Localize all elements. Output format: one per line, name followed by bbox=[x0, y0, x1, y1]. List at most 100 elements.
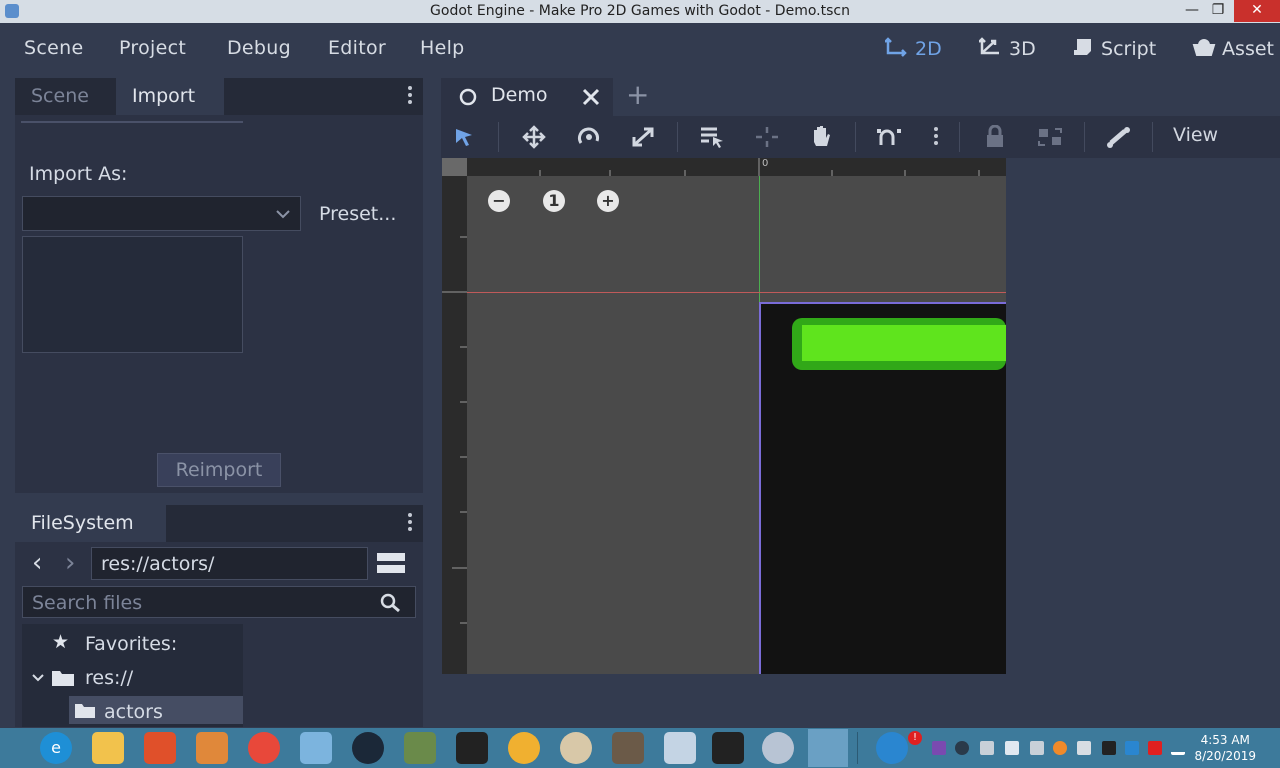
tab-import[interactable]: Import bbox=[116, 78, 224, 115]
divider bbox=[677, 122, 678, 152]
chevron-down-icon bbox=[276, 210, 290, 219]
horizontal-ruler: 0 bbox=[442, 158, 1006, 176]
close-icon[interactable] bbox=[582, 88, 600, 106]
mode-script-button[interactable]: Script bbox=[1071, 37, 1156, 60]
unity-icon[interactable] bbox=[456, 732, 488, 764]
maximize-button[interactable]: ❐ bbox=[1202, 0, 1234, 22]
tree-item-actors[interactable]: actors bbox=[69, 696, 243, 724]
filesystem-menu-icon[interactable] bbox=[408, 513, 412, 534]
app-blue-tray-icon[interactable] bbox=[1125, 741, 1139, 755]
app-orange-icon[interactable] bbox=[144, 732, 176, 764]
app-blue-icon[interactable] bbox=[300, 732, 332, 764]
internet-explorer-icon[interactable]: e bbox=[40, 732, 72, 764]
add-scene-tab-button[interactable]: + bbox=[626, 78, 649, 111]
zoom-reset-button[interactable]: 1 bbox=[543, 190, 565, 212]
select-tool-icon[interactable] bbox=[454, 127, 476, 147]
mode-3d-label: 3D bbox=[1009, 38, 1036, 60]
preset-button[interactable]: Preset... bbox=[319, 203, 396, 225]
scale-tool-icon[interactable] bbox=[630, 125, 656, 149]
bone-icon[interactable] bbox=[1105, 125, 1133, 149]
divider bbox=[1152, 122, 1153, 152]
snap-icon[interactable] bbox=[877, 125, 903, 149]
search-files-input[interactable]: Search files bbox=[22, 586, 416, 618]
menu-project[interactable]: Project bbox=[119, 37, 186, 59]
divider bbox=[498, 122, 499, 152]
root-label: res:// bbox=[85, 667, 134, 689]
signal-tray-icon[interactable] bbox=[1171, 741, 1185, 755]
list-view-icon[interactable] bbox=[377, 553, 405, 573]
mode-2d-label: 2D bbox=[915, 38, 942, 60]
zoom-in-button[interactable]: + bbox=[597, 190, 619, 212]
move-tool-icon[interactable] bbox=[521, 125, 547, 149]
tab-filesystem[interactable]: FileSystem bbox=[15, 505, 166, 542]
network-error-tray-icon[interactable] bbox=[1148, 741, 1162, 755]
usb-tray-icon[interactable] bbox=[1077, 741, 1091, 755]
app-swirl-icon[interactable] bbox=[762, 732, 794, 764]
mode-3d-button[interactable]: 3D bbox=[978, 37, 1036, 60]
menu-bar: Scene Project Debug Editor Help 2D 3D Sc… bbox=[0, 23, 1280, 78]
steam-icon[interactable] bbox=[352, 732, 384, 764]
star-icon: ★ bbox=[52, 631, 70, 653]
mode-assetlib-button[interactable]: Asset bbox=[1192, 37, 1274, 60]
dock-tab-bar: Scene Import bbox=[15, 78, 423, 115]
list-select-icon[interactable] bbox=[699, 125, 725, 149]
app-paint-icon[interactable] bbox=[196, 732, 228, 764]
dock-menu-icon[interactable] bbox=[408, 86, 412, 107]
filesystem-dock: FileSystem ‹ › res://actors/ Search file… bbox=[15, 505, 423, 727]
app-fruit-icon[interactable] bbox=[508, 732, 540, 764]
menu-scene[interactable]: Scene bbox=[24, 37, 83, 59]
twitch-tray-icon[interactable] bbox=[932, 741, 946, 755]
divider bbox=[857, 732, 858, 764]
reimport-button[interactable]: Reimport bbox=[157, 453, 281, 487]
canvas-viewport[interactable]: 0 − 1 + bbox=[442, 158, 1006, 674]
zoom-out-button[interactable]: − bbox=[488, 190, 510, 212]
mode-2d-button[interactable]: 2D bbox=[884, 37, 942, 60]
search-placeholder: Search files bbox=[32, 592, 143, 614]
rotate-tool-icon[interactable] bbox=[576, 125, 602, 149]
scene-tab-demo[interactable]: Demo bbox=[441, 78, 613, 116]
tree-item-root[interactable]: res:// bbox=[22, 664, 243, 692]
app-monitor-icon[interactable] bbox=[664, 732, 696, 764]
forward-button[interactable]: › bbox=[65, 548, 75, 578]
pan-tool-icon[interactable] bbox=[808, 124, 834, 150]
clock-date: 8/20/2019 bbox=[1194, 749, 1256, 763]
tree-item-favorites[interactable]: ★ Favorites: bbox=[22, 630, 243, 658]
gimp-icon[interactable] bbox=[612, 732, 644, 764]
mode-assetlib-label: Asset bbox=[1222, 38, 1274, 60]
file-tree: ★ Favorites: res:// actors bbox=[22, 624, 243, 727]
snap-options-icon[interactable] bbox=[934, 127, 938, 148]
chrome-icon[interactable] bbox=[248, 732, 280, 764]
paint-palette-icon[interactable] bbox=[560, 732, 592, 764]
notification-app-icon[interactable] bbox=[876, 732, 908, 764]
app-black-tray-icon[interactable] bbox=[1102, 741, 1116, 755]
unity-2-icon[interactable] bbox=[712, 732, 744, 764]
chevron-down-icon bbox=[32, 674, 44, 682]
divider bbox=[959, 122, 960, 152]
script-icon bbox=[1074, 39, 1091, 55]
mode-script-label: Script bbox=[1101, 38, 1157, 60]
clock-app-tray-icon[interactable] bbox=[1053, 741, 1067, 755]
godot-taskbar-icon[interactable] bbox=[808, 729, 848, 767]
drive-tray-icon[interactable] bbox=[980, 741, 994, 755]
group-icon[interactable] bbox=[1037, 125, 1063, 149]
lock-icon[interactable] bbox=[984, 125, 1006, 149]
menu-help[interactable]: Help bbox=[420, 37, 465, 59]
menu-editor[interactable]: Editor bbox=[328, 37, 386, 59]
view-menu[interactable]: View bbox=[1173, 124, 1218, 146]
volume-tray-icon[interactable] bbox=[1005, 741, 1019, 755]
windows-taskbar: e ! 4:53 AM 8/20/2019 bbox=[0, 728, 1280, 768]
steam-tray-icon[interactable] bbox=[955, 741, 969, 755]
back-button[interactable]: ‹ bbox=[32, 548, 42, 578]
monitor-tray-icon[interactable] bbox=[1030, 741, 1044, 755]
tab-scene[interactable]: Scene bbox=[15, 78, 105, 115]
system-clock[interactable]: 4:53 AM 8/20/2019 bbox=[1194, 732, 1256, 764]
pivot-tool-icon[interactable] bbox=[754, 125, 780, 149]
menu-debug[interactable]: Debug bbox=[227, 37, 291, 59]
clock-time: 4:53 AM bbox=[1200, 733, 1250, 747]
close-button[interactable]: ✕ bbox=[1234, 0, 1280, 22]
app-green-icon[interactable] bbox=[404, 732, 436, 764]
path-field[interactable]: res://actors/ bbox=[91, 547, 368, 580]
file-explorer-icon[interactable] bbox=[92, 732, 124, 764]
x-axis-guide bbox=[467, 292, 1006, 293]
import-as-select[interactable] bbox=[22, 196, 301, 231]
